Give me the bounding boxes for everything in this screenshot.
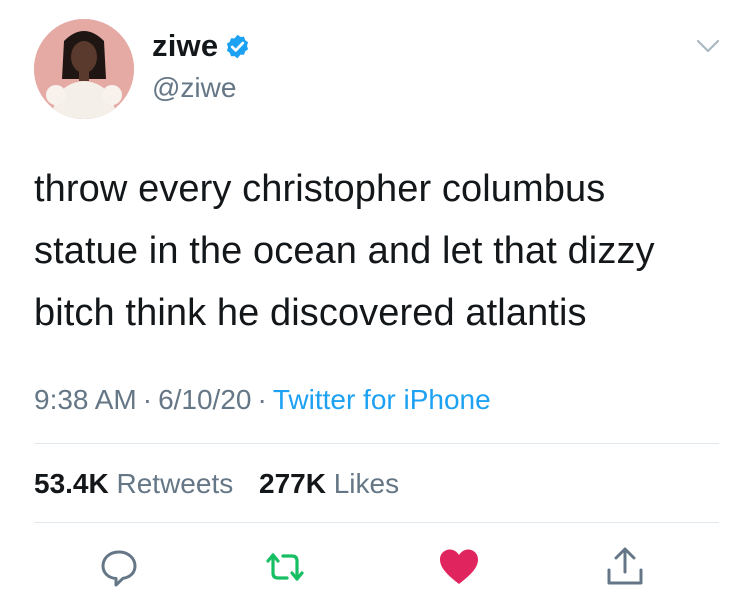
tweet-card: ziwe @ziwe throw every christopher colum… — [0, 0, 750, 602]
tweet-date[interactable]: 6/10/20 — [158, 384, 251, 415]
display-name-row: ziwe — [152, 28, 251, 64]
meta-separator: · — [142, 384, 153, 415]
likes-stat[interactable]: 277K Likes — [259, 468, 399, 499]
tweet-text-line: bitch think he discovered atlantis — [34, 292, 587, 334]
tweet-meta: 9:38 AM · 6/10/20 · Twitter for iPhone — [34, 384, 491, 416]
divider — [34, 443, 719, 444]
likes-count: 277K — [259, 468, 326, 499]
tweet-text-line: statue in the ocean and let that dizzy — [34, 230, 655, 272]
tweet-time[interactable]: 9:38 AM — [34, 384, 137, 415]
tweet-stats: 53.4K Retweets 277K Likes — [34, 468, 417, 500]
user-handle[interactable]: @ziwe — [152, 72, 236, 104]
tweet-source-link[interactable]: Twitter for iPhone — [273, 384, 491, 415]
retweets-count: 53.4K — [34, 468, 109, 499]
verified-badge-icon — [224, 33, 251, 60]
display-name[interactable]: ziwe — [152, 28, 218, 64]
like-icon[interactable] — [437, 545, 481, 589]
divider — [34, 522, 719, 523]
meta-separator: · — [257, 384, 267, 415]
avatar[interactable] — [34, 19, 134, 119]
tweet-text-line: throw every christopher columbus — [34, 168, 606, 210]
retweet-icon[interactable] — [263, 545, 307, 589]
tweet-text: throw every christopher columbus statue … — [34, 158, 724, 344]
retweets-stat[interactable]: 53.4K Retweets — [34, 468, 233, 499]
retweets-label: Retweets — [116, 468, 234, 499]
share-icon[interactable] — [603, 545, 647, 589]
chevron-down-icon[interactable] — [695, 38, 721, 56]
reply-icon[interactable] — [97, 545, 141, 589]
likes-label: Likes — [333, 468, 400, 499]
